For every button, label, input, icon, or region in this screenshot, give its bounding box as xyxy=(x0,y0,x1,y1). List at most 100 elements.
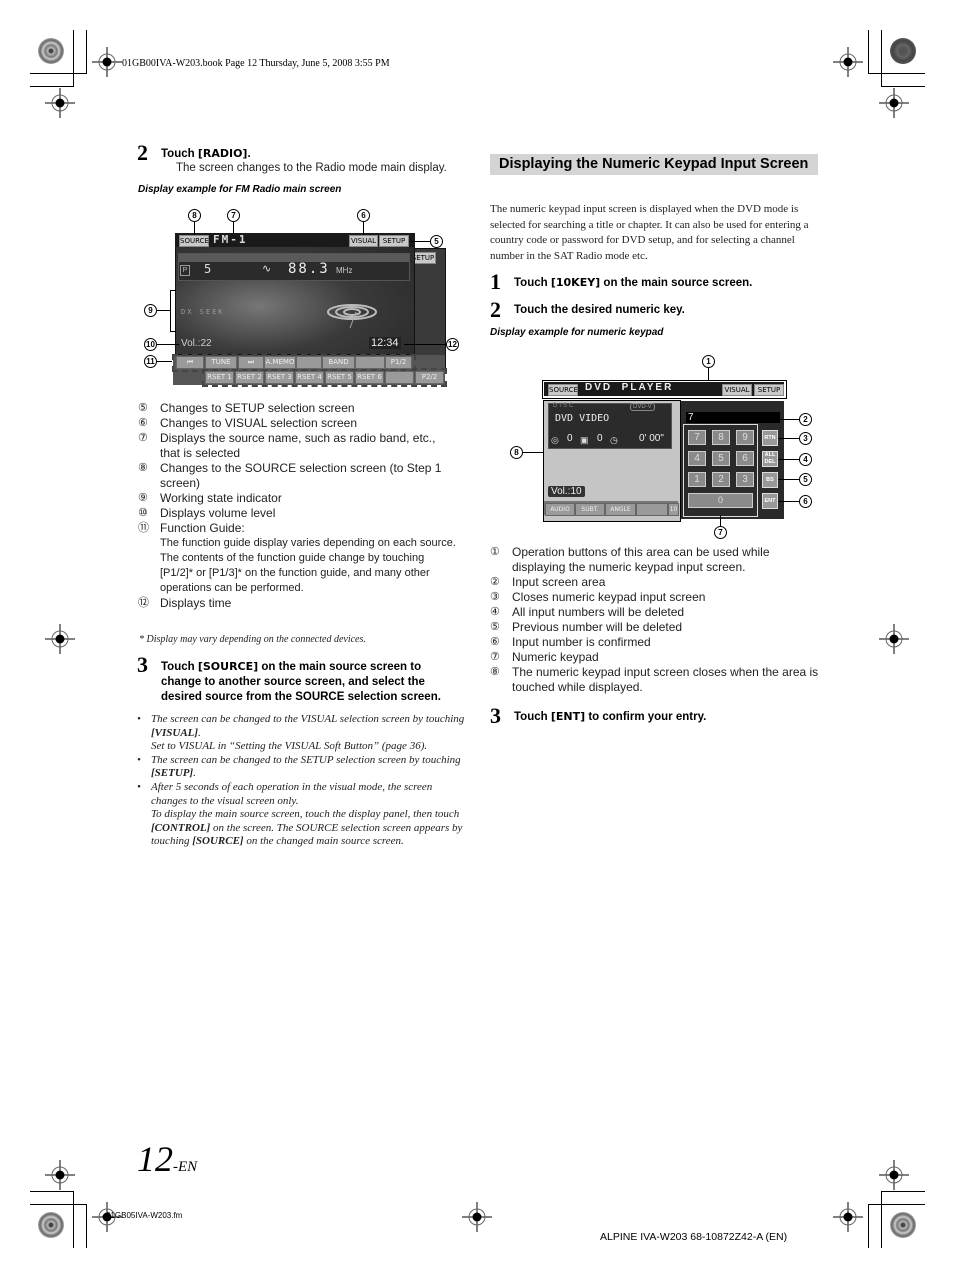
note-text-part: To display the main source screen, touch… xyxy=(151,808,460,821)
function-guide-button[interactable] xyxy=(355,356,385,369)
legend-number xyxy=(138,551,160,596)
backspace-key[interactable]: BS xyxy=(762,472,778,488)
all-delete-key[interactable]: ALL DEL xyxy=(762,451,778,467)
function-guide-button[interactable]: ⏭ xyxy=(238,356,264,369)
callout-line xyxy=(778,459,799,460)
function-guide-button[interactable]: ⏮ xyxy=(176,356,204,369)
legend-number: ⑤ xyxy=(138,402,148,414)
note-text-part: The screen can be changed to the VISUAL … xyxy=(151,713,465,725)
function-guide-button[interactable]: TUNE xyxy=(205,356,237,369)
function-guide-button[interactable]: 10 xyxy=(668,503,679,516)
legend-number: ⑦ xyxy=(490,651,500,663)
legend-text: Changes to SETUP selection screen xyxy=(160,401,355,415)
crop-line xyxy=(73,1191,74,1248)
function-guide-button[interactable]: SUBT. xyxy=(575,503,605,516)
function-guide-button[interactable]: AUDIO xyxy=(545,503,575,516)
numeric-key[interactable]: 8 xyxy=(712,430,730,445)
return-key[interactable]: RTN xyxy=(762,430,778,446)
legend-item: ⑦ Numeric keypad xyxy=(490,650,820,665)
callout-6: 6 xyxy=(357,209,370,222)
note-item: • The screen can be changed to the SETUP … xyxy=(137,754,467,781)
setup-button[interactable]: SETUP xyxy=(379,235,409,247)
function-guide-button[interactable]: P2/2 xyxy=(415,371,444,384)
callout-5: 5 xyxy=(430,235,443,248)
preset-number: 5 xyxy=(204,262,212,276)
function-guide-button[interactable]: RSET 6 xyxy=(355,371,384,384)
callout-line xyxy=(404,344,446,345)
callout-line xyxy=(708,368,709,380)
function-guide-button[interactable] xyxy=(636,503,668,516)
visual-button[interactable]: VISUAL xyxy=(349,235,378,247)
numeric-key[interactable]: 9 xyxy=(736,430,754,445)
legend-item: ④ All input numbers will be deleted xyxy=(490,605,820,620)
legend-text: Changes to VISUAL selection screen xyxy=(160,416,357,430)
function-guide-button[interactable]: ANGLE xyxy=(605,503,636,516)
function-guide-button[interactable]: RSET 4 xyxy=(295,371,324,384)
source-button[interactable]: SOURCE xyxy=(548,384,578,396)
registration-crosshair-icon xyxy=(45,88,75,118)
enter-key[interactable]: ENT xyxy=(762,493,778,509)
legend-number: ⑪ xyxy=(138,522,149,534)
legend-text: Input screen area xyxy=(512,575,606,589)
registration-crosshair-icon xyxy=(45,1160,75,1190)
function-guide-button[interactable]: RSET 1 xyxy=(205,371,234,384)
legend-item: The function guide display varies depend… xyxy=(138,536,458,551)
key-0[interactable]: 0 xyxy=(688,493,753,508)
callout-6: 6 xyxy=(799,495,812,508)
function-guide-button[interactable]: RSET 5 xyxy=(325,371,354,384)
numeric-key[interactable]: 7 xyxy=(688,430,706,445)
crop-line xyxy=(881,1191,882,1248)
clock: 12:34 xyxy=(369,337,401,349)
legend-item: ② Input screen area xyxy=(490,575,820,590)
function-guide-button[interactable]: P1/2 xyxy=(385,356,412,369)
legend-item: ⑥ Changes to VISUAL selection screen xyxy=(138,416,458,431)
callout-line xyxy=(779,419,799,420)
numeric-key[interactable]: 1 xyxy=(688,472,706,487)
function-guide-button[interactable] xyxy=(385,371,414,384)
numeric-key[interactable]: 2 xyxy=(712,472,730,487)
numeric-key[interactable]: 6 xyxy=(736,451,754,466)
function-guide-button[interactable]: BAND xyxy=(322,356,355,369)
print-header: 01GB00IVA-W203.book Page 12 Thursday, Ju… xyxy=(122,58,390,69)
color-registration-dial-top-right xyxy=(890,38,916,64)
numeric-key[interactable]: 5 xyxy=(712,451,730,466)
function-guide-button[interactable]: RSET 2 xyxy=(235,371,264,384)
legend-number: ⑥ xyxy=(138,417,148,429)
callout-8: 8 xyxy=(188,209,201,222)
step-title-text: Touch xyxy=(514,711,551,723)
disc-name: DVD VIDEO xyxy=(555,413,610,424)
legend-text: Input number is confirmed xyxy=(512,635,651,649)
legend-text: Numeric keypad xyxy=(512,650,599,664)
numeric-key[interactable]: 3 xyxy=(736,472,754,487)
callout-7: 7 xyxy=(227,209,240,222)
function-guide-button[interactable]: A.MEMO xyxy=(264,356,296,369)
note-text-part: . xyxy=(193,767,196,780)
page-number-suffix: -EN xyxy=(173,1159,198,1175)
callout-line xyxy=(778,501,799,502)
legend-text: Displays the source name, such as radio … xyxy=(160,431,436,460)
legend-item: ① Operation buttons of this area can be u… xyxy=(490,545,820,575)
numeric-key[interactable]: 4 xyxy=(688,451,706,466)
setup-button[interactable]: SETUP xyxy=(754,384,784,396)
chapter-number: 0 xyxy=(597,433,603,444)
callout-1: 1 xyxy=(702,355,715,368)
function-guide-button[interactable]: RSET 3 xyxy=(265,371,294,384)
section-heading: Displaying the Numeric Keypad Input Scre… xyxy=(490,154,818,175)
legend-text: Operation buttons of this area can be us… xyxy=(512,545,770,574)
footer-product-code: ALPINE IVA-W203 68-10872Z42-A (EN) xyxy=(600,1231,788,1243)
legend-text: Working state indicator xyxy=(160,491,282,505)
state-indicator: DX SEEK xyxy=(181,308,225,316)
input-field[interactable]: 7 xyxy=(686,412,780,423)
notes-list: • The screen can be changed to the VISUAL… xyxy=(137,713,467,849)
stereo-icon: ∿ xyxy=(262,263,272,275)
disc-icon: ◎ xyxy=(551,435,559,445)
function-guide-button[interactable] xyxy=(296,356,322,369)
registration-crosshair-icon xyxy=(833,1202,863,1232)
crop-line xyxy=(868,30,869,74)
source-button[interactable]: SOURCE xyxy=(179,235,209,247)
title-number: 0 xyxy=(567,433,573,444)
visual-button[interactable]: VISUAL xyxy=(722,384,752,396)
callout-line xyxy=(157,361,172,362)
callout-line xyxy=(409,241,430,242)
frequency-unit: MHz xyxy=(336,266,353,275)
